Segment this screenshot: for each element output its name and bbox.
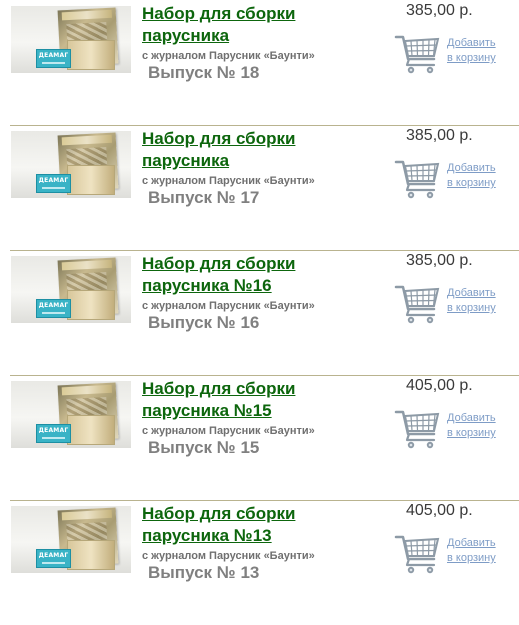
product-image[interactable]: ДЕАМАГ xyxy=(11,6,131,73)
product-price: 405,00 р. xyxy=(406,377,473,394)
add-to-cart-line: в корзину xyxy=(447,552,496,564)
issue-number: Выпуск № 15 xyxy=(148,438,260,457)
item-divider xyxy=(10,125,519,126)
product-subtitle: с журналом Парусник «Баунти» xyxy=(142,300,315,312)
card-label: ДЕАМАГ xyxy=(38,52,69,59)
title-line: парусника №16 xyxy=(142,276,272,295)
product-subtitle: с журналом Парусник «Баунти» xyxy=(142,50,315,62)
kit-parts-image xyxy=(67,540,115,570)
add-to-cart-line: Добавить xyxy=(447,37,496,49)
card-label: ДЕАМАГ xyxy=(38,552,69,559)
deamag-card: ДЕАМАГ xyxy=(36,549,71,568)
product-subtitle: с журналом Парусник «Баунти» xyxy=(142,425,315,437)
issue-number: Выпуск № 18 xyxy=(148,63,260,82)
product-item: ДЕАМАГ Набор для сборки парусника №16 с … xyxy=(0,250,519,375)
add-to-cart-link[interactable]: Добавить в корзину xyxy=(447,411,507,441)
product-item: ДЕАМАГ Набор для сборки парусника №13 с … xyxy=(0,500,519,625)
title-line: Набор для сборки xyxy=(142,504,296,523)
product-title-link[interactable]: Набор для сборки парусника xyxy=(142,128,372,172)
product-image[interactable]: ДЕАМАГ xyxy=(11,131,131,198)
deamag-card: ДЕАМАГ xyxy=(36,49,71,68)
product-list: ДЕАМАГ Набор для сборки парусника с журн… xyxy=(0,0,519,600)
product-price: 385,00 р. xyxy=(406,2,473,19)
product-title-link[interactable]: Набор для сборки парусника №16 xyxy=(142,253,372,297)
add-to-cart-line: в корзину xyxy=(447,52,496,64)
shopping-cart-icon[interactable] xyxy=(394,404,442,452)
deamag-card: ДЕАМАГ xyxy=(36,174,71,193)
add-to-cart-line: в корзину xyxy=(447,302,496,314)
shopping-cart-icon[interactable] xyxy=(394,529,442,577)
product-image[interactable]: ДЕАМАГ xyxy=(11,256,131,323)
deamag-card: ДЕАМАГ xyxy=(36,299,71,318)
add-to-cart-link[interactable]: Добавить в корзину xyxy=(447,161,507,191)
product-item: ДЕАМАГ Набор для сборки парусника с журн… xyxy=(0,125,519,250)
product-subtitle: с журналом Парусник «Баунти» xyxy=(142,550,315,562)
add-to-cart-line: в корзину xyxy=(447,177,496,189)
product-title-link[interactable]: Набор для сборки парусника №15 xyxy=(142,378,372,422)
card-label: ДЕАМАГ xyxy=(38,177,69,184)
product-title-link[interactable]: Набор для сборки парусника №13 xyxy=(142,503,372,547)
kit-parts-image xyxy=(67,290,115,320)
issue-number: Выпуск № 17 xyxy=(148,188,260,207)
title-line: Набор для сборки xyxy=(142,379,296,398)
item-divider xyxy=(10,500,519,501)
add-to-cart-link[interactable]: Добавить в корзину xyxy=(447,36,507,66)
product-image[interactable]: ДЕАМАГ xyxy=(11,381,131,448)
product-price: 385,00 р. xyxy=(406,127,473,144)
product-price: 405,00 р. xyxy=(406,502,473,519)
shopping-cart-icon[interactable] xyxy=(394,154,442,202)
card-label: ДЕАМАГ xyxy=(38,427,69,434)
product-item: ДЕАМАГ Набор для сборки парусника с журн… xyxy=(0,0,519,125)
card-label: ДЕАМАГ xyxy=(38,302,69,309)
item-divider xyxy=(10,250,519,251)
kit-parts-image xyxy=(67,165,115,195)
shopping-cart-icon[interactable] xyxy=(394,29,442,77)
deamag-card: ДЕАМАГ xyxy=(36,424,71,443)
add-to-cart-link[interactable]: Добавить в корзину xyxy=(447,536,507,566)
add-to-cart-line: Добавить xyxy=(447,287,496,299)
product-price: 385,00 р. xyxy=(406,252,473,269)
title-line: Набор для сборки xyxy=(142,4,296,23)
title-line: парусника №13 xyxy=(142,526,272,545)
product-title-link[interactable]: Набор для сборки парусника xyxy=(142,3,372,47)
product-subtitle: с журналом Парусник «Баунти» xyxy=(142,175,315,187)
product-item: ДЕАМАГ Набор для сборки парусника №15 с … xyxy=(0,375,519,500)
title-line: парусника xyxy=(142,26,230,45)
add-to-cart-line: в корзину xyxy=(447,427,496,439)
item-divider xyxy=(10,375,519,376)
shopping-cart-icon[interactable] xyxy=(394,279,442,327)
title-line: Набор для сборки xyxy=(142,254,296,273)
issue-number: Выпуск № 16 xyxy=(148,313,260,332)
add-to-cart-link[interactable]: Добавить в корзину xyxy=(447,286,507,316)
kit-parts-image xyxy=(67,40,115,70)
product-image[interactable]: ДЕАМАГ xyxy=(11,506,131,573)
add-to-cart-line: Добавить xyxy=(447,162,496,174)
kit-parts-image xyxy=(67,415,115,445)
title-line: парусника xyxy=(142,151,230,170)
add-to-cart-line: Добавить xyxy=(447,537,496,549)
add-to-cart-line: Добавить xyxy=(447,412,496,424)
title-line: Набор для сборки xyxy=(142,129,296,148)
title-line: парусника №15 xyxy=(142,401,272,420)
issue-number: Выпуск № 13 xyxy=(148,563,260,582)
